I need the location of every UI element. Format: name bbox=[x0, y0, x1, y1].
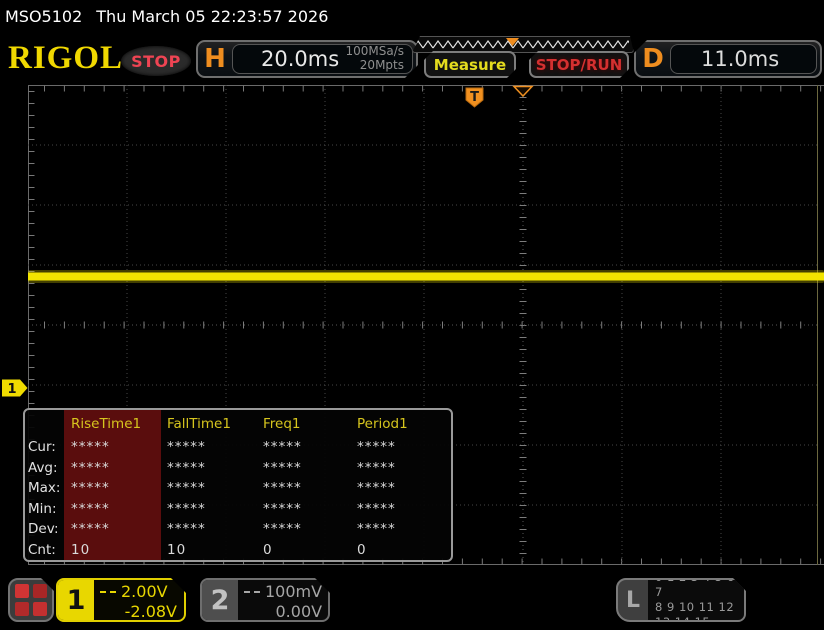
svg-text:1: 1 bbox=[7, 382, 16, 397]
delay-value-panel: 11.0ms bbox=[670, 44, 817, 74]
waveform-overview-bar[interactable] bbox=[412, 36, 634, 53]
measure-value: ***** bbox=[67, 521, 163, 537]
measure-value: 0 bbox=[353, 542, 449, 558]
measure-value: ***** bbox=[163, 480, 259, 496]
row-label: Max: bbox=[25, 480, 67, 496]
measure-value: 0 bbox=[259, 542, 353, 558]
timebase-value-panel: 20.0ms 100MSa/s 20Mpts bbox=[232, 44, 413, 74]
datetime: Thu March 05 22:23:57 2026 bbox=[96, 7, 328, 26]
dc-coupling-icon bbox=[100, 591, 116, 593]
channel1-offset: -2.08V bbox=[100, 602, 177, 622]
measure-value: ***** bbox=[67, 501, 163, 517]
measure-value: ***** bbox=[259, 480, 353, 496]
measure-value: ***** bbox=[163, 501, 259, 517]
row-label: Avg: bbox=[25, 460, 67, 476]
model-name: MSO5102 bbox=[5, 7, 82, 26]
measure-value: ***** bbox=[163, 460, 259, 476]
ch1-level-marker[interactable]: 1 bbox=[2, 380, 28, 398]
delay-label: D bbox=[636, 44, 670, 74]
sample-rate: 100MSa/s bbox=[345, 44, 404, 58]
measure-value: ***** bbox=[67, 439, 163, 455]
channel1-status-box[interactable]: 1 2.00V -2.08V bbox=[56, 578, 186, 622]
measure-value: ***** bbox=[353, 521, 449, 537]
horizontal-timebase-box[interactable]: H 20.0ms 100MSa/s 20Mpts bbox=[196, 40, 418, 78]
timebase-value: 20.0ms bbox=[261, 47, 339, 71]
delay-box[interactable]: D 11.0ms bbox=[634, 40, 822, 78]
horizontal-position-marker[interactable] bbox=[514, 87, 532, 97]
apps-grid-icon[interactable] bbox=[8, 578, 54, 622]
measure-col-header[interactable]: Freq1 bbox=[259, 416, 353, 432]
ch1-trace bbox=[28, 270, 824, 283]
measure-button[interactable]: Measure bbox=[424, 51, 516, 78]
trigger-marker-label: T bbox=[470, 90, 479, 105]
digital-channels-row1: 0 1 2 3 4 5 6 7 bbox=[655, 578, 744, 600]
measure-value: ***** bbox=[353, 460, 449, 476]
rigol-logo: RIGOL bbox=[8, 40, 123, 77]
dc-coupling-icon bbox=[244, 591, 260, 593]
horizontal-label: H bbox=[198, 44, 232, 74]
measure-value: ***** bbox=[67, 480, 163, 496]
measure-col-header[interactable]: RiseTime1 bbox=[67, 416, 163, 432]
overview-zigzag bbox=[413, 37, 631, 52]
status-bar: MSO5102 Thu March 05 22:23:57 2026 bbox=[0, 0, 824, 32]
row-label: Min: bbox=[25, 501, 67, 517]
measure-col-header[interactable]: Period1 bbox=[353, 416, 449, 432]
logic-analyzer-status-box[interactable]: L 0 1 2 3 4 5 6 7 8 9 10 11 12 13 14 15 bbox=[616, 578, 746, 622]
measure-value: 10 bbox=[163, 542, 259, 558]
trigger-position-marker[interactable]: T bbox=[466, 88, 483, 107]
acquisition-info: 100MSa/s 20Mpts bbox=[345, 45, 404, 73]
channel2-status-box[interactable]: 2 100mV 0.00V bbox=[200, 578, 330, 622]
delay-value: 11.0ms bbox=[701, 47, 779, 71]
measure-value: ***** bbox=[67, 460, 163, 476]
channel2-number: 2 bbox=[202, 580, 238, 620]
measurement-panel: RiseTime1 FallTime1 Freq1 Period1 Cur: *… bbox=[23, 408, 453, 562]
logic-analyzer-label: L bbox=[618, 580, 648, 620]
measure-value: ***** bbox=[353, 501, 449, 517]
measure-value: ***** bbox=[259, 501, 353, 517]
row-label: Cnt: bbox=[25, 542, 67, 558]
measure-value: ***** bbox=[163, 439, 259, 455]
channel2-offset: 0.00V bbox=[244, 602, 322, 622]
measure-value: ***** bbox=[163, 521, 259, 537]
measure-value: ***** bbox=[353, 480, 449, 496]
memory-depth: 20Mpts bbox=[360, 58, 404, 72]
measure-col-header[interactable]: FallTime1 bbox=[163, 416, 259, 432]
measure-value: ***** bbox=[259, 439, 353, 455]
channel1-number: 1 bbox=[58, 580, 94, 620]
row-label: Cur: bbox=[25, 439, 67, 455]
measure-value: ***** bbox=[353, 439, 449, 455]
measurement-grid: RiseTime1 FallTime1 Freq1 Period1 Cur: *… bbox=[25, 410, 451, 560]
row-label: Dev: bbox=[25, 521, 67, 537]
digital-channels-row2: 8 9 10 11 12 13 14 15 bbox=[655, 600, 744, 622]
channel2-scale: 100mV bbox=[265, 582, 322, 602]
measure-value: ***** bbox=[259, 521, 353, 537]
run-state-badge: STOP bbox=[121, 46, 191, 76]
measure-value: ***** bbox=[259, 460, 353, 476]
channel1-scale: 2.00V bbox=[121, 582, 168, 602]
stop-run-button[interactable]: STOP/RUN bbox=[529, 51, 629, 78]
measure-value: 10 bbox=[67, 542, 163, 558]
